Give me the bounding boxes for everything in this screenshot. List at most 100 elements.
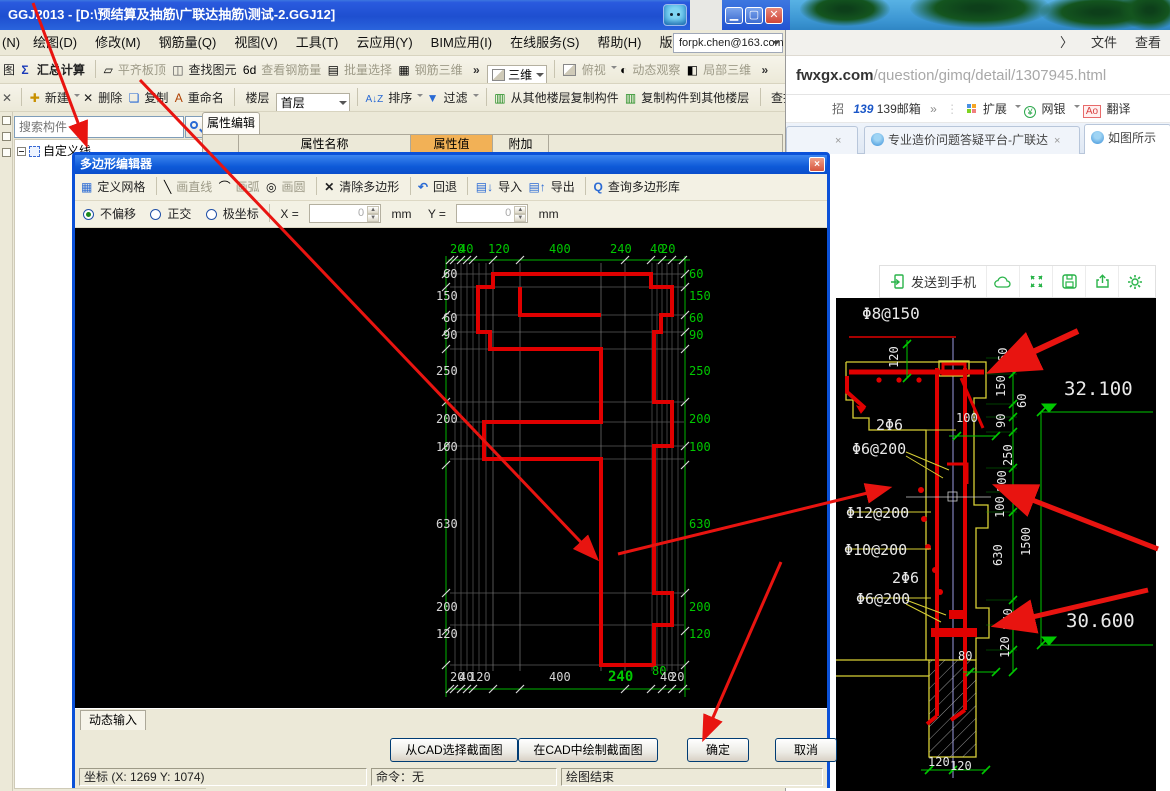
view-rebar-button[interactable]: 查看钢筋量 <box>261 56 321 84</box>
settings-button[interactable] <box>1119 266 1151 297</box>
y-up-arrow[interactable]: ▲ <box>514 206 526 214</box>
prop-col-extra[interactable]: 附加 <box>493 135 549 153</box>
radio-ortho-label[interactable]: 正交 <box>167 201 191 228</box>
close-button[interactable]: ✕ <box>765 7 783 24</box>
view-3d-combo[interactable]: 三维 <box>487 65 547 84</box>
align-slab-button[interactable]: 平齐板顶 <box>118 56 166 84</box>
prop-col-name[interactable]: 属性名称 <box>239 135 411 153</box>
copy-from-floor-button[interactable]: 从其他楼层复制构件 <box>511 84 619 112</box>
bookmark-partial[interactable]: 招 <box>832 102 844 116</box>
menu-item[interactable]: 工具(T) <box>287 30 348 56</box>
batch-select-button[interactable]: 批量选择 <box>344 56 392 84</box>
menu-item[interactable]: 帮助(H) <box>588 30 650 56</box>
menu-item[interactable]: 在线服务(S) <box>501 30 588 56</box>
share-button[interactable] <box>1086 266 1118 297</box>
extensions-button[interactable]: 扩展 <box>983 102 1007 116</box>
cloud-button[interactable] <box>987 266 1019 297</box>
dialog-title-bar[interactable]: 多边形编辑器 <box>75 155 827 174</box>
bookmark-139mail[interactable]: 139邮箱 <box>877 102 921 116</box>
module-icon[interactable] <box>2 132 11 141</box>
send-phone-icon <box>890 274 906 290</box>
draw-line-button[interactable]: 画直线 <box>176 174 212 201</box>
polygon-canvas[interactable] <box>75 228 827 708</box>
find-element-button[interactable]: 查找图元 <box>189 56 237 84</box>
translate-button[interactable]: 翻译 <box>1106 102 1130 116</box>
export-button[interactable]: 导出 <box>551 174 575 201</box>
tab-1-partial[interactable]: × <box>786 126 858 154</box>
browser-menu-view[interactable]: 查看 <box>1135 35 1161 50</box>
floor-combo[interactable]: 首层 <box>276 93 350 112</box>
save-button[interactable] <box>1053 266 1085 297</box>
minimize-button[interactable]: ▁ <box>725 7 743 24</box>
detail-drawing-image[interactable] <box>836 298 1156 791</box>
x-up-arrow[interactable]: ▲ <box>367 206 379 214</box>
clear-polygon-button[interactable]: 清除多边形 <box>339 174 399 201</box>
tab-3-active[interactable]: 如图所示 <box>1084 124 1170 154</box>
radio-polar[interactable] <box>206 209 217 220</box>
menu-item[interactable]: 修改(M) <box>86 30 150 56</box>
toolbar-overflow-chevron2[interactable]: » <box>761 63 768 77</box>
orbit-button[interactable]: 动态观察 <box>632 56 680 84</box>
menu-item[interactable]: 绘图(D) <box>24 30 86 56</box>
menu-item[interactable]: 视图(V) <box>225 30 286 56</box>
topview-button[interactable]: 俯视 <box>582 56 606 84</box>
ok-button[interactable]: 确定 <box>687 738 749 762</box>
account-dropdown[interactable]: forpk.chen@163.com <box>673 33 783 53</box>
import-button[interactable]: 导入 <box>498 174 522 201</box>
filter-button[interactable]: 过滤 <box>444 84 468 112</box>
query-library-button[interactable]: 查询多边形库 <box>608 174 680 201</box>
tree-collapse-icon[interactable] <box>17 147 26 156</box>
menu-item[interactable]: BIM应用(I) <box>422 30 501 56</box>
summarize-button[interactable]: 汇总计算 <box>37 56 85 84</box>
local-3d-button[interactable]: 局部三维 <box>703 56 751 84</box>
y-down-arrow[interactable]: ▼ <box>514 214 526 222</box>
x-input[interactable]: 0▲▼ <box>309 204 381 223</box>
new-button[interactable]: 新建 <box>45 84 69 112</box>
prop-col-value[interactable]: 属性值 <box>411 135 493 153</box>
delete-button[interactable]: 删除 <box>98 84 122 112</box>
rename-button[interactable]: 重命名 <box>188 84 224 112</box>
x-down-arrow[interactable]: ▼ <box>367 214 379 222</box>
draw-circle-button[interactable]: 画圆 <box>282 174 306 201</box>
cancel-button[interactable]: 取消 <box>775 738 837 762</box>
radio-ortho[interactable] <box>150 209 161 220</box>
sort-button[interactable]: 排序 <box>388 84 412 112</box>
define-grid-button[interactable]: 定义网格 <box>97 174 145 201</box>
draw-in-cad-button[interactable]: 在CAD中绘制截面图 <box>518 738 658 762</box>
maximize-button[interactable]: ▢ <box>745 7 763 24</box>
x-unit: mm <box>391 201 411 228</box>
menu-item-partial[interactable]: (N) <box>0 30 24 56</box>
radio-polar-label[interactable]: 极坐标 <box>223 201 259 228</box>
rebar-3d-button[interactable]: 钢筋三维 <box>415 56 463 84</box>
browser-menu-file[interactable]: 文件 <box>1091 35 1117 50</box>
menu-chevron[interactable]: 〉 <box>1060 35 1073 50</box>
tab-close-icon[interactable]: × <box>1054 135 1060 147</box>
undo-button[interactable]: 回退 <box>433 174 457 201</box>
bookmarks-more-chevron[interactable]: » <box>930 102 937 116</box>
tab-2[interactable]: 专业造价问题答疑平台-广联达× <box>864 126 1080 154</box>
ggj-title-bar[interactable]: GGJ2013 - [D:\预结算及抽筋\广联达抽筋\测试-2.GGJ12] <box>0 0 690 30</box>
module-icon[interactable] <box>2 148 11 157</box>
mascot-icon[interactable] <box>663 4 687 26</box>
bank-button[interactable]: 网银 <box>1042 102 1066 116</box>
search-input[interactable] <box>14 116 184 138</box>
dynamic-input-tab[interactable]: 动态输入 <box>80 710 146 730</box>
menu-item[interactable]: 钢筋量(Q) <box>150 30 226 56</box>
select-from-cad-button[interactable]: 从CAD选择截面图 <box>390 738 518 762</box>
copy-to-floor-button[interactable]: 复制构件到其他楼层 <box>641 84 749 112</box>
copy-button[interactable]: 复制 <box>144 84 168 112</box>
draw-arc-button[interactable]: 画弧 <box>236 174 260 201</box>
fullscreen-button[interactable] <box>1020 266 1052 297</box>
tab-property-edit[interactable]: 属性编辑 <box>202 112 260 134</box>
dialog-close-button[interactable]: × <box>809 157 825 172</box>
address-bar[interactable]: fwxgx.com/question/gimq/detail/1307945.h… <box>786 56 1170 95</box>
tab-close-icon[interactable]: × <box>835 135 841 147</box>
radio-no-offset-label[interactable]: 不偏移 <box>100 201 136 228</box>
toolbar-overflow-chevron[interactable]: » <box>473 63 480 77</box>
module-icon[interactable] <box>2 116 11 125</box>
y-input[interactable]: 0▲▼ <box>456 204 528 223</box>
radio-no-offset[interactable] <box>83 209 94 220</box>
menu-item[interactable]: 云应用(Y) <box>347 30 421 56</box>
panel-close-icon[interactable]: ✕ <box>2 84 12 112</box>
send-to-phone-button[interactable]: 发送到手机 <box>880 266 986 297</box>
